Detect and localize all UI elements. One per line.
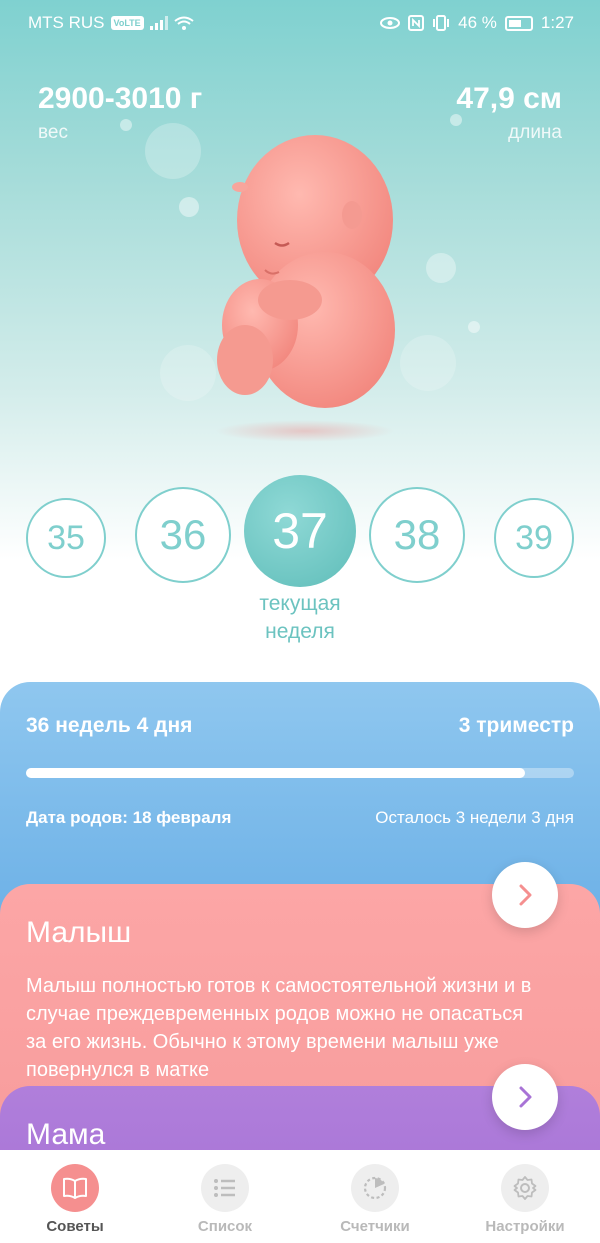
clock: 1:27 bbox=[540, 13, 574, 32]
signal-icon bbox=[149, 16, 168, 30]
decor-bubble bbox=[145, 123, 201, 179]
illustration-shadow bbox=[215, 420, 395, 442]
wifi-icon bbox=[174, 16, 194, 30]
remaining-time: Осталось 3 недели 3 дня bbox=[375, 808, 574, 827]
fetus-illustration bbox=[217, 135, 395, 408]
decor-bubble bbox=[450, 114, 462, 126]
battery-percent: 46 % bbox=[458, 13, 497, 32]
week-38[interactable]: 38 bbox=[369, 487, 465, 583]
week-number: 38 bbox=[393, 511, 441, 558]
week-number: 39 bbox=[515, 518, 553, 557]
status-right: 46 % 1:27 bbox=[380, 13, 574, 33]
progress-bar-fill bbox=[26, 768, 525, 778]
tab-label: Список bbox=[197, 1218, 253, 1235]
tab-label: Счетчики bbox=[340, 1218, 410, 1235]
nfc-icon bbox=[408, 15, 425, 31]
chevron-right-icon bbox=[519, 884, 532, 906]
progress-footer: Дата родов: 18 февраля Осталось 3 недели… bbox=[26, 808, 574, 828]
current-week-label-line1: текущая bbox=[259, 592, 341, 615]
gear-icon bbox=[501, 1164, 549, 1212]
decor-bubble bbox=[468, 321, 480, 333]
weight-value: 2900-3010 г bbox=[38, 82, 203, 115]
week-35[interactable]: 35 bbox=[26, 498, 106, 578]
mama-card-title: Мама bbox=[26, 1118, 106, 1151]
week-number: 37 bbox=[272, 503, 328, 559]
due-date: Дата родов: 18 февраля bbox=[26, 808, 232, 827]
decor-bubble bbox=[120, 119, 132, 131]
week-number: 36 bbox=[159, 511, 207, 558]
length-stat: 47,9 см длина bbox=[456, 82, 562, 144]
tab-label: Советы bbox=[46, 1218, 104, 1235]
baby-card-title: Малыш bbox=[26, 916, 132, 949]
current-week-label-line2: неделя bbox=[265, 620, 335, 643]
progress-bar bbox=[26, 768, 574, 778]
eye-icon bbox=[380, 17, 401, 29]
tab-settings[interactable]: Настройки bbox=[450, 1150, 600, 1243]
status-bar: MTS RUS VoLTE 46 % 1:27 bbox=[0, 0, 600, 46]
length-label: длина bbox=[508, 122, 562, 143]
length-value: 47,9 см bbox=[456, 82, 562, 115]
bottom-tab-bar: Советы Список Счетчики Настройки bbox=[0, 1150, 600, 1243]
current-week-label: текущая неделя bbox=[220, 590, 380, 646]
week-39[interactable]: 39 bbox=[494, 498, 574, 578]
battery-icon bbox=[504, 15, 533, 31]
decor-bubble bbox=[179, 197, 199, 217]
elapsed-time: 36 недель 4 дня bbox=[26, 714, 193, 737]
tab-label: Настройки bbox=[485, 1218, 565, 1235]
carrier-name: MTS RUS bbox=[28, 13, 105, 32]
tab-advice[interactable]: Советы bbox=[0, 1150, 150, 1243]
volte-badge: VoLTE bbox=[110, 16, 144, 30]
list-icon bbox=[201, 1164, 249, 1212]
baby-card-text: Малыш полностью готов к самостоятельной … bbox=[26, 975, 532, 1081]
baby-card-open-button[interactable] bbox=[492, 862, 558, 928]
status-left: MTS RUS VoLTE bbox=[28, 13, 194, 33]
tab-counters[interactable]: Счетчики bbox=[300, 1150, 450, 1243]
decor-bubble bbox=[426, 253, 456, 283]
week-number: 35 bbox=[47, 518, 85, 557]
timer-icon bbox=[351, 1164, 399, 1212]
decor-bubble bbox=[400, 335, 456, 391]
mama-card-open-button[interactable] bbox=[492, 1064, 558, 1130]
week-37-current[interactable]: 37 bbox=[244, 475, 356, 587]
progress-header: 36 недель 4 дня 3 триместр bbox=[26, 714, 574, 738]
trimester-label: 3 триместр bbox=[458, 714, 574, 737]
week-36[interactable]: 36 bbox=[135, 487, 231, 583]
chevron-right-icon bbox=[519, 1086, 532, 1108]
book-icon bbox=[51, 1164, 99, 1212]
vibrate-icon bbox=[433, 15, 450, 31]
tab-list[interactable]: Список bbox=[150, 1150, 300, 1243]
